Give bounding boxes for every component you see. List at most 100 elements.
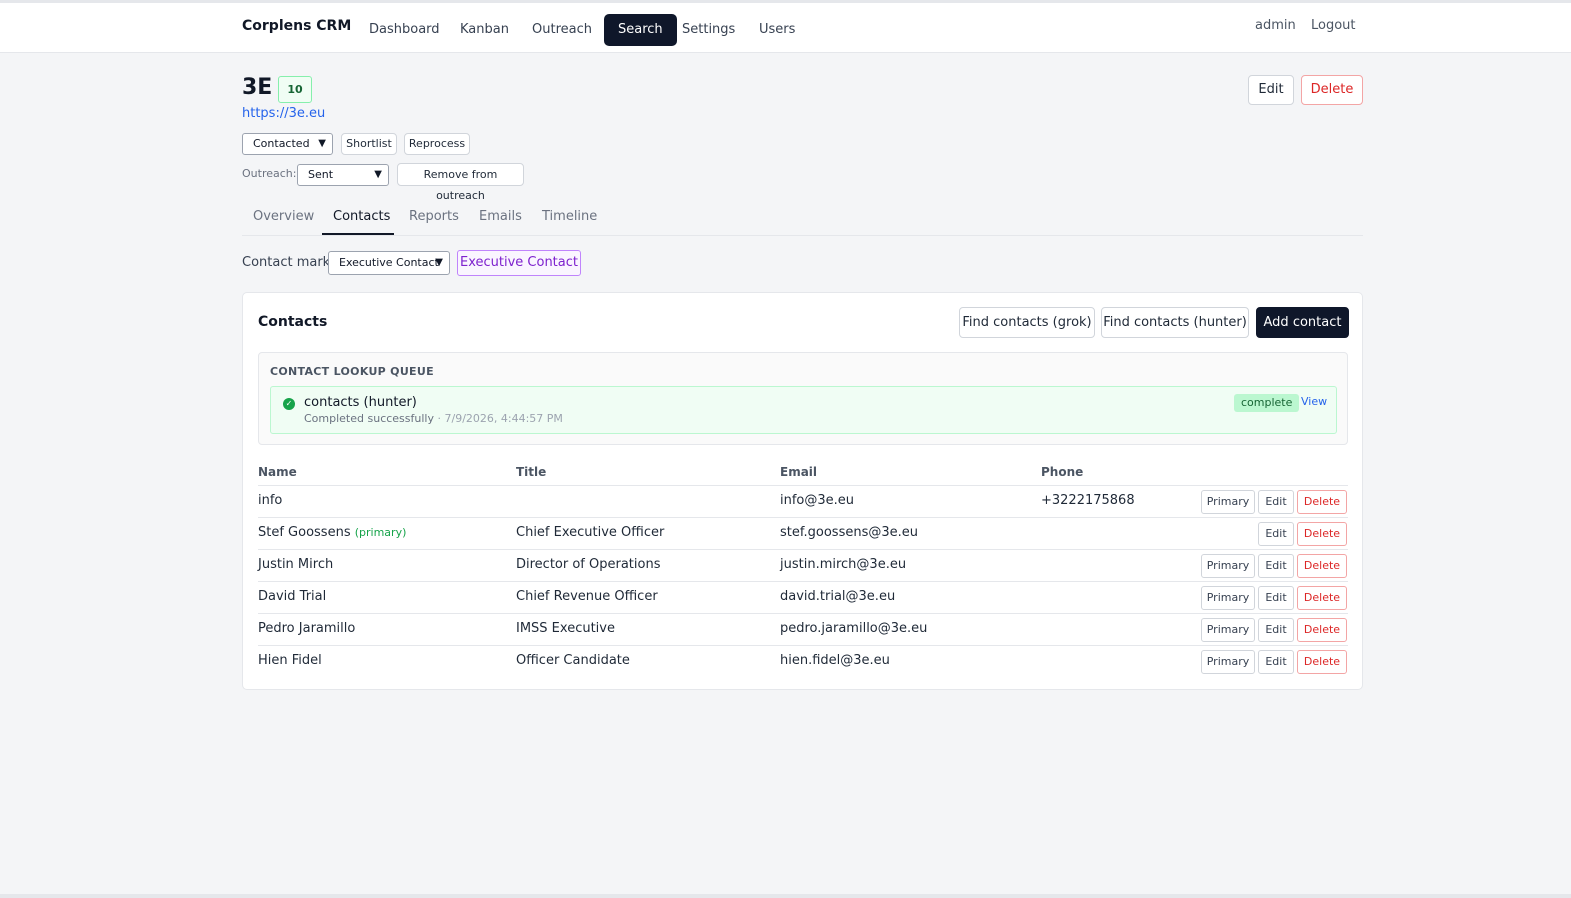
contact-name-text: Pedro Jaramillo (258, 621, 356, 636)
tab-overview[interactable]: Overview (253, 209, 314, 224)
chevron-down-icon: ▼ (435, 257, 443, 268)
contact-email: david.trial@3e.eu (780, 589, 896, 604)
contact-title: IMSS Executive (516, 621, 615, 636)
delete-contact-button[interactable]: Delete (1297, 522, 1347, 546)
table-row: Stef Goossens (primary) Chief Executive O… (258, 517, 1348, 549)
edit-contact-button[interactable]: Edit (1258, 586, 1294, 610)
contact-title: Chief Executive Officer (516, 525, 665, 540)
delete-contact-button[interactable]: Delete (1297, 490, 1347, 514)
make-primary-button[interactable]: Primary (1201, 490, 1255, 514)
contact-name-text: Justin Mirch (258, 557, 334, 572)
column-header-name: Name (258, 465, 297, 479)
table-row: Justin Mirch Director of Operations justin… (258, 549, 1348, 581)
tab-contacts[interactable]: Contacts (333, 209, 390, 224)
nav-settings[interactable]: Settings (668, 14, 749, 46)
contacts-card: Contacts Find contacts (grok) Find conta… (242, 292, 1363, 690)
delete-contact-button[interactable]: Delete (1297, 618, 1347, 642)
chevron-down-icon: ▼ (318, 138, 326, 149)
chevron-down-icon: ▼ (374, 169, 382, 180)
status-select[interactable]: Contacted ▼ (242, 133, 333, 155)
nav-dashboard[interactable]: Dashboard (355, 14, 454, 46)
contact-name-text: Hien Fidel (258, 653, 322, 668)
contact-email: stef.goossens@3e.eu (780, 525, 918, 540)
contact-email: pedro.jaramillo@3e.eu (780, 621, 928, 636)
contact-title: Director of Operations (516, 557, 661, 572)
add-contact-button[interactable]: Add contact (1256, 307, 1349, 338)
column-header-email: Email (780, 465, 818, 479)
contact-name: info (258, 493, 282, 508)
company-name: 3E (242, 75, 273, 100)
contact-phone: +3222175868 (1041, 493, 1135, 508)
edit-company-button[interactable]: Edit (1248, 75, 1294, 105)
check-circle-icon: ✓ (283, 398, 295, 410)
contact-name-text: info (258, 493, 283, 508)
logout-link[interactable]: Logout (1311, 18, 1356, 33)
contact-name: Justin Mirch (258, 557, 333, 572)
outreach-select-value: Sent (308, 168, 334, 181)
active-tab-indicator (322, 233, 394, 235)
edit-contact-button[interactable]: Edit (1258, 490, 1294, 514)
edit-contact-button[interactable]: Edit (1258, 554, 1294, 578)
contact-email: hien.fidel@3e.eu (780, 653, 890, 668)
contact-name: Stef Goossens (primary) (258, 525, 406, 540)
top-navbar: Corplens CRM Dashboard Kanban Outreach S… (0, 0, 1571, 53)
delete-contact-button[interactable]: Delete (1297, 586, 1347, 610)
job-timestamp: · 7/9/2026, 4:44:57 PM (434, 412, 563, 425)
table-row: info info@3e.eu +3222175868 Primary Edit Dele… (258, 485, 1348, 517)
contact-mark-badge: Executive Contact (457, 250, 581, 276)
job-status: Completed successfully · 7/9/2026, 4:44:… (304, 412, 563, 425)
nav-users[interactable]: Users (745, 14, 809, 46)
contact-mark-select-value: Executive Contact (339, 256, 439, 269)
outreach-label: Outreach: (242, 167, 297, 180)
contact-name: Hien Fidel (258, 653, 322, 668)
contact-title: Chief Revenue Officer (516, 589, 658, 604)
edit-contact-button[interactable]: Edit (1258, 618, 1294, 642)
score-badge: 10 (278, 76, 312, 103)
job-name: contacts (hunter) (304, 395, 417, 410)
page-bottom-border (0, 894, 1571, 898)
make-primary-button[interactable]: Primary (1201, 586, 1255, 610)
shortlist-button[interactable]: Shortlist (341, 133, 397, 155)
nav-kanban[interactable]: Kanban (446, 14, 523, 46)
table-row: David Trial Chief Revenue Officer david.tr… (258, 581, 1348, 613)
delete-company-button[interactable]: Delete (1301, 75, 1363, 105)
company-url-link[interactable]: https://3e.eu (242, 106, 325, 121)
contact-name: Pedro Jaramillo (258, 621, 355, 636)
status-badge: complete (1234, 394, 1300, 412)
contact-title: Officer Candidate (516, 653, 630, 668)
outreach-select[interactable]: Sent ▼ (297, 164, 389, 186)
view-job-link[interactable]: View (1301, 395, 1327, 408)
contact-name-text: David Trial (258, 589, 327, 604)
make-primary-button[interactable]: Primary (1201, 650, 1255, 674)
delete-contact-button[interactable]: Delete (1297, 554, 1347, 578)
reprocess-button[interactable]: Reprocess (404, 133, 470, 155)
tab-emails[interactable]: Emails (479, 209, 522, 224)
brand-logo[interactable]: Corplens CRM (242, 18, 351, 34)
nav-search[interactable]: Search (604, 14, 677, 46)
contact-lookup-queue: CONTACT LOOKUP QUEUE ✓ contacts (hunter)… (258, 352, 1348, 445)
contact-email: justin.mirch@3e.eu (780, 557, 907, 572)
contact-name: David Trial (258, 589, 326, 604)
contacts-card-title: Contacts (258, 314, 328, 330)
make-primary-button[interactable]: Primary (1201, 618, 1255, 642)
queue-job: ✓ contacts (hunter) Completed successful… (270, 386, 1337, 434)
contact-email: info@3e.eu (780, 493, 855, 508)
tab-timeline[interactable]: Timeline (542, 209, 597, 224)
tab-reports[interactable]: Reports (409, 209, 459, 224)
contact-mark-select[interactable]: Executive Contact ▼ (328, 251, 450, 275)
find-contacts-hunter-button[interactable]: Find contacts (hunter) (1101, 307, 1249, 338)
primary-tag: (primary) (354, 526, 407, 539)
find-contacts-grok-button[interactable]: Find contacts (grok) (959, 307, 1095, 338)
table-row: Hien Fidel Officer Candidate hien.fidel@3e… (258, 645, 1348, 677)
contact-name-text: Stef Goossens (258, 525, 351, 540)
status-select-value: Contacted (253, 137, 310, 150)
column-header-title: Title (516, 465, 547, 479)
edit-contact-button[interactable]: Edit (1258, 522, 1294, 546)
queue-title: CONTACT LOOKUP QUEUE (270, 365, 434, 378)
edit-contact-button[interactable]: Edit (1258, 650, 1294, 674)
contact-mark-label: Contact mark: (242, 255, 335, 270)
make-primary-button[interactable]: Primary (1201, 554, 1255, 578)
remove-from-outreach-button[interactable]: Remove from outreach (397, 163, 524, 202)
nav-outreach[interactable]: Outreach (518, 14, 606, 46)
delete-contact-button[interactable]: Delete (1297, 650, 1347, 674)
